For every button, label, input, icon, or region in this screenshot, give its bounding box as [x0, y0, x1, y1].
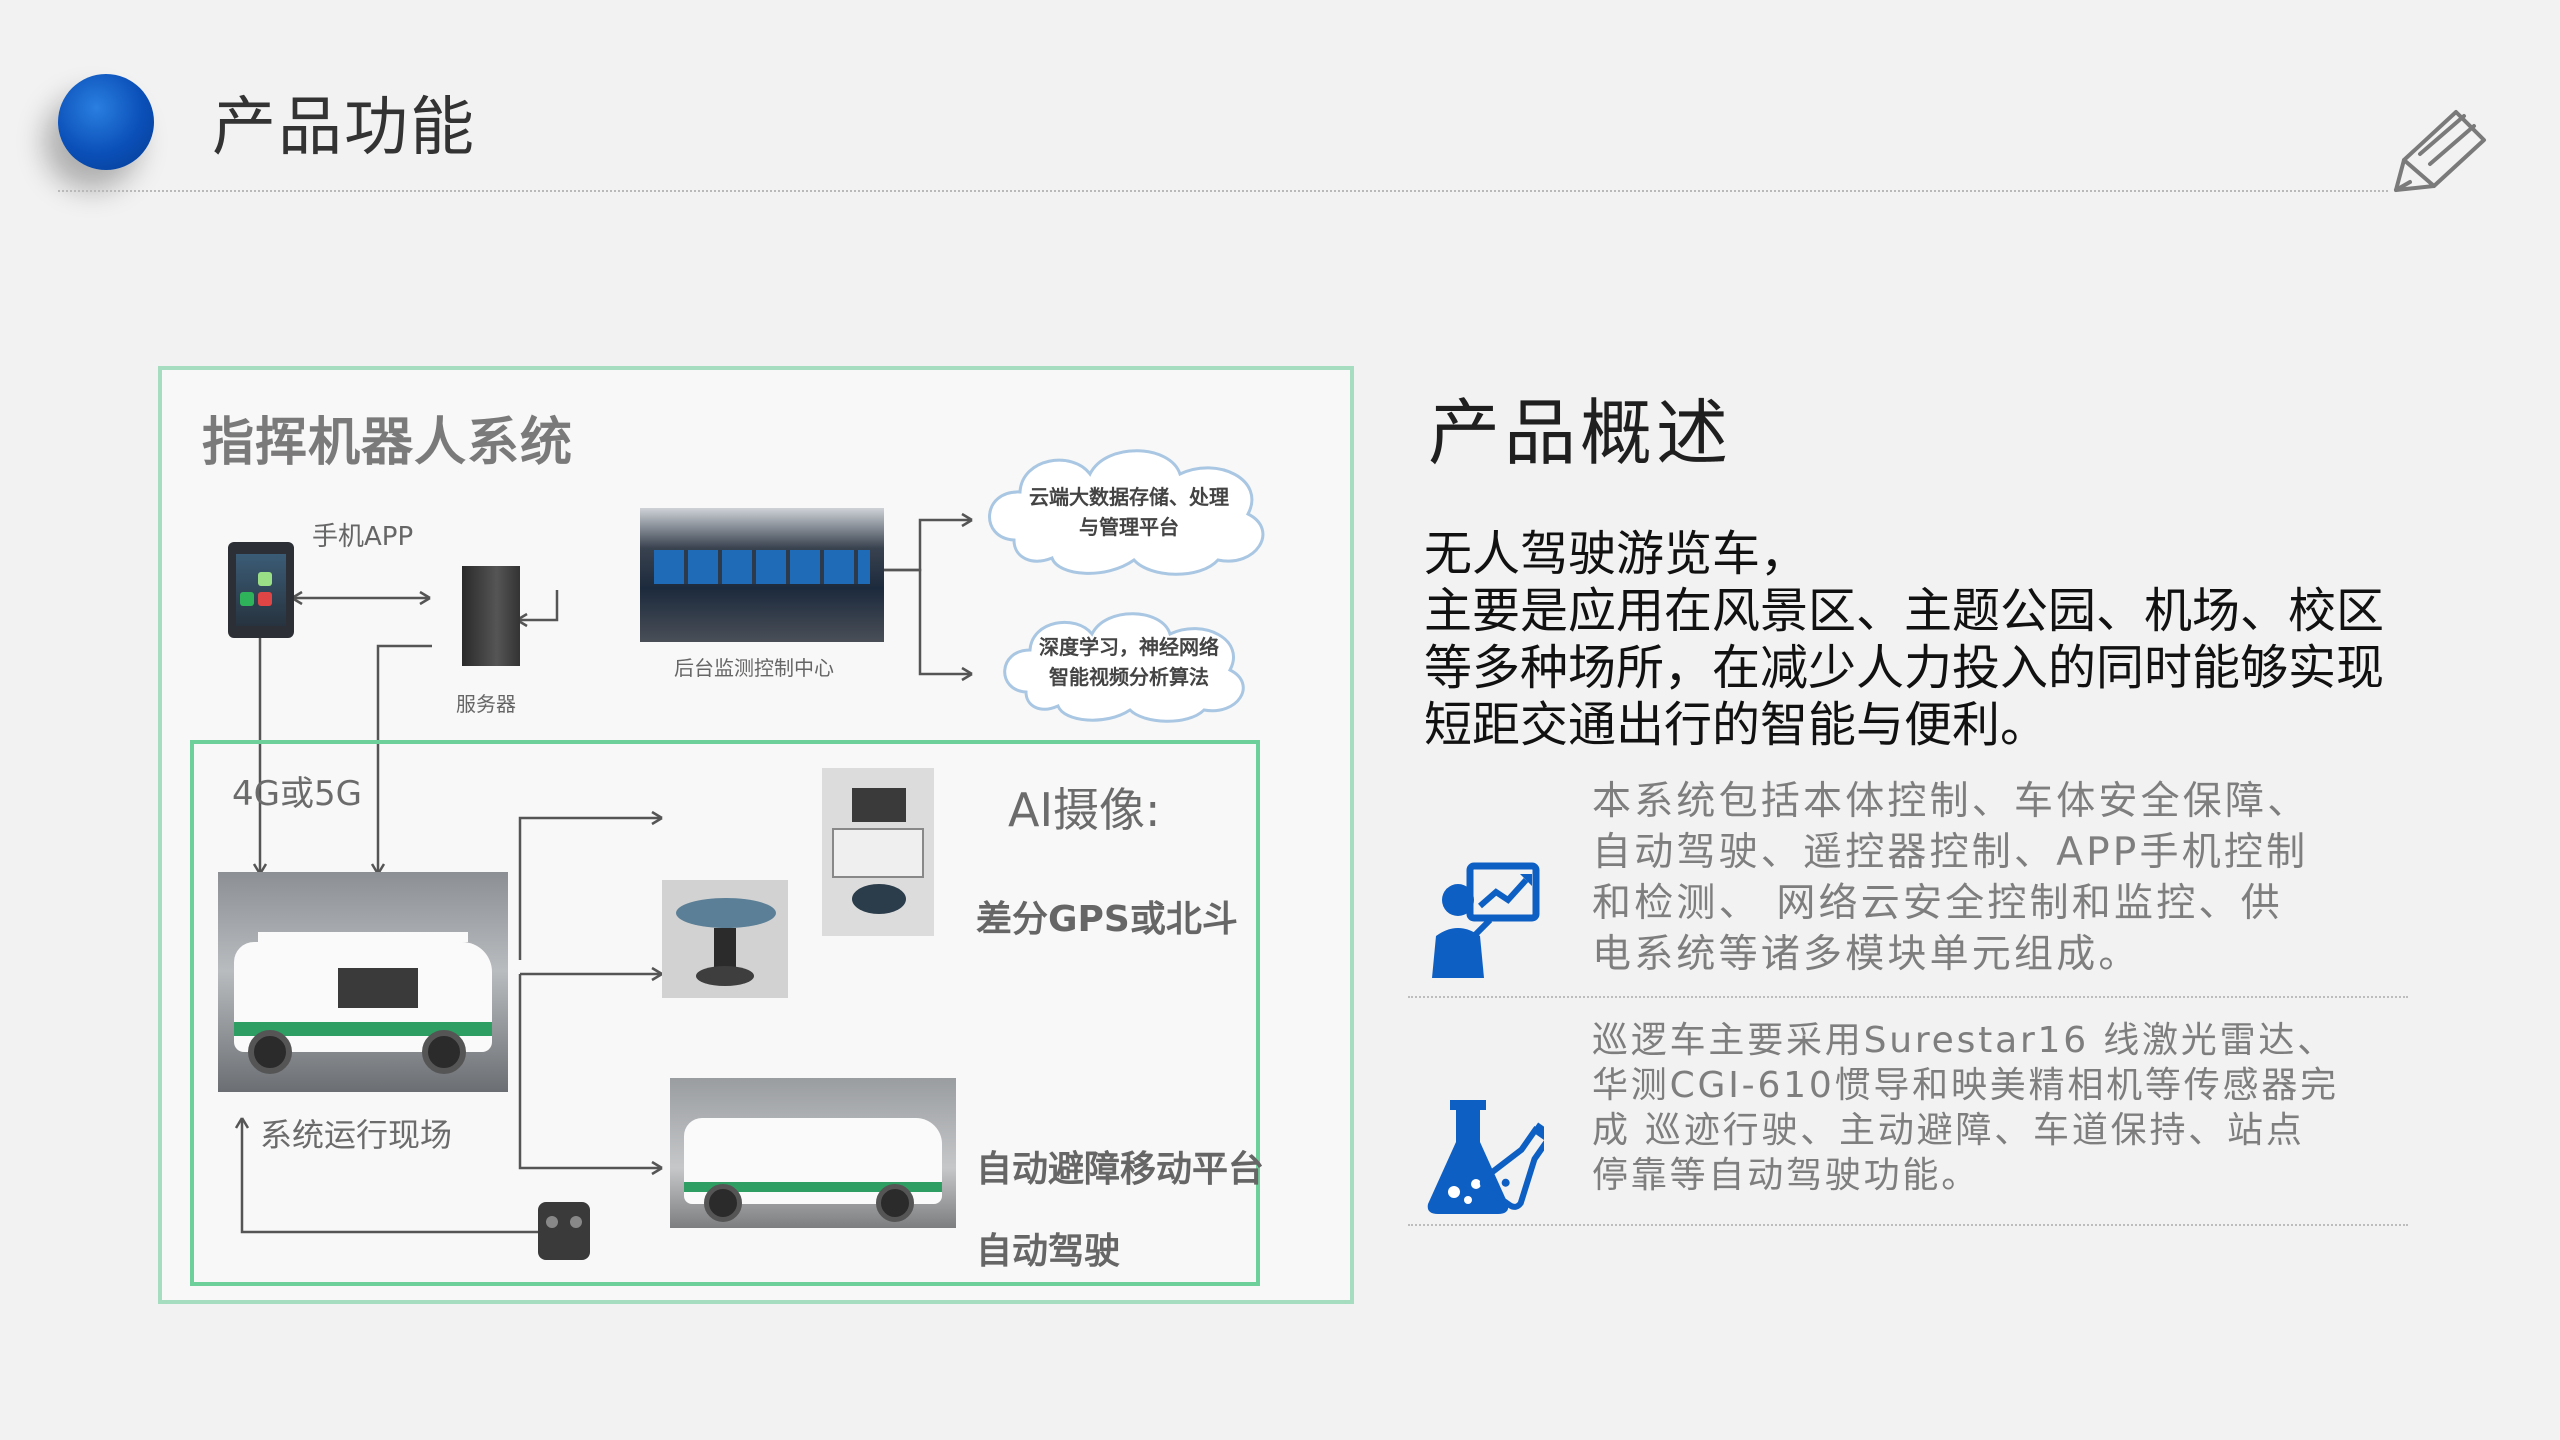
gps-antenna-photo [662, 880, 788, 998]
lidar-photo [822, 768, 934, 936]
monitor-center-label: 后台监测控制中心 [674, 656, 834, 680]
phone-app-graphic [228, 542, 294, 638]
feature-divider [1408, 1224, 2408, 1226]
feature-line: 成 巡迹行驶、主动避障、车道保持、站点 [1592, 1110, 2305, 1151]
cloud-ai-line2: 智能视频分析算法 [1049, 665, 1209, 689]
network-label: 4G或5G [232, 774, 362, 814]
cloud-ai-line1: 深度学习，神经网络 [1039, 635, 1219, 659]
summary-line: 主要是应用在风景区、主题公园、机场、校区 [1424, 583, 2385, 639]
server-graphic [462, 566, 520, 666]
site-label: 系统运行现场 [260, 1116, 453, 1154]
cloud-storage-line1: 云端大数据存储、处理 [1029, 485, 1229, 509]
server-label: 服务器 [456, 692, 516, 716]
system-diagram: 指挥机器人系统 手机APP 服务器 后台监测控制中心 云端大数据存储、处理 与管… [158, 366, 1354, 1304]
feature-description: 本系统包括本体控制、车体安全保障、 自动驾驶、遥控器控制、APP手机控制 和检测… [1592, 776, 2412, 980]
overview-title: 产品概述 [1428, 391, 1733, 475]
feature-line: 和检测、 网络云安全控制和监控、供 [1592, 881, 2283, 926]
header-divider [58, 190, 2388, 192]
cloud-storage-line2: 与管理平台 [1079, 515, 1179, 539]
feature-line: 华测CGI-610惯导和映美精相机等传感器完 [1592, 1065, 2339, 1106]
feature-line: 巡逻车主要采用Surestar16 线激光雷达、 [1592, 1020, 2337, 1061]
ai-camera-label: AI摄像: [1008, 783, 1161, 837]
logo-circle [58, 74, 154, 170]
pen-icon [2394, 110, 2486, 192]
summary-line: 短距交通出行的智能与便利。 [1424, 697, 2049, 753]
feature-line: 自动驾驶、遥控器控制、APP手机控制 [1592, 830, 2309, 875]
feature-line: 本系统包括本体控制、车体安全保障、 [1592, 779, 2310, 824]
monitor-center-graphic [640, 508, 884, 642]
presenter-chart-icon [1432, 862, 1540, 978]
feature-line: 电系统等诸多模块单元组成。 [1592, 932, 2141, 977]
platform-photo [670, 1078, 956, 1228]
remote-controller-graphic [538, 1202, 590, 1260]
cloud-storage-text: 云端大数据存储、处理 与管理平台 [1014, 482, 1244, 542]
autopilot-label: 自动驾驶 [976, 1231, 1121, 1272]
lab-flask-icon [1427, 1100, 1544, 1214]
slide-title: 产品功能 [212, 91, 476, 165]
platform-label: 自动避障移动平台 [976, 1149, 1265, 1190]
overview-summary: 无人驾驶游览车， 主要是应用在风景区、主题公园、机场、校区 等多种场所，在减少人… [1424, 526, 2404, 754]
gps-label: 差分GPS或北斗 [976, 899, 1238, 940]
cart-photo [218, 872, 508, 1092]
summary-line: 无人驾驶游览车， [1424, 526, 1809, 582]
feature-description: 巡逻车主要采用Surestar16 线激光雷达、 华测CGI-610惯导和映美精… [1592, 1018, 2412, 1198]
summary-line: 等多种场所，在减少人力投入的同时能够实现 [1424, 640, 2385, 696]
cloud-ai-text: 深度学习，神经网络 智能视频分析算法 [1024, 632, 1234, 692]
feature-divider [1408, 996, 2408, 998]
phone-app-label: 手机APP [312, 522, 414, 552]
feature-line: 停靠等自动驾驶功能。 [1592, 1155, 1981, 1196]
